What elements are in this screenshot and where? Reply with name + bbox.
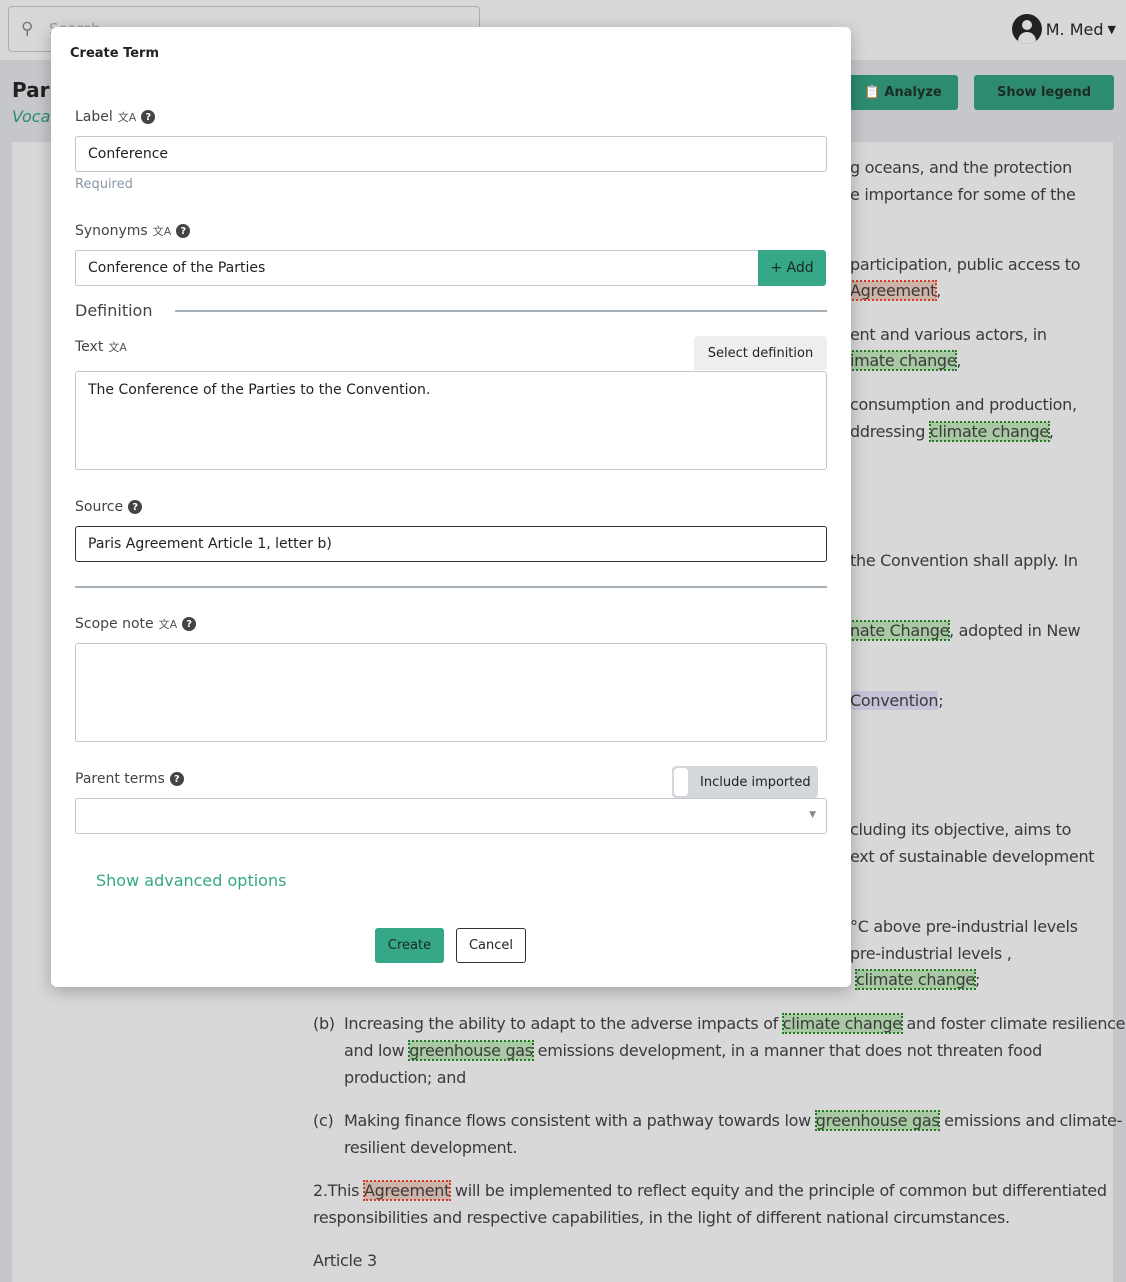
document-line: ext of sustainable development [850, 847, 1095, 866]
item-b-line1: Increasing the ability to adapt to the a… [344, 1013, 1126, 1034]
term-highlight[interactable]: climate change [855, 969, 976, 990]
help-icon[interactable]: ? [182, 617, 197, 631]
label-input[interactable]: Conference [75, 136, 827, 172]
document-line: Agreement, [848, 280, 941, 301]
item-b-line2: and low greenhouse gas emissions develop… [344, 1040, 1042, 1061]
label-field-label: Label 文A? [75, 109, 156, 125]
help-icon[interactable]: ? [128, 500, 143, 514]
source-input[interactable]: Paris Agreement Article 1, letter b) [75, 526, 827, 562]
definition-textarea[interactable]: The Conference of the Parties to the Con… [75, 371, 827, 470]
show-advanced-options-link[interactable]: Show advanced options [96, 871, 286, 890]
select-definition-button[interactable]: Select definition [694, 336, 827, 370]
cancel-button[interactable]: Cancel [456, 928, 526, 963]
document-line: ddressing climate change, [850, 421, 1054, 442]
term-highlight[interactable]: imate change [848, 350, 958, 371]
toggle-label: Include imported [700, 774, 811, 790]
translate-icon: 文A [152, 225, 172, 238]
help-icon[interactable]: ? [141, 110, 156, 124]
dropdown-arrow-icon: ▼ [809, 810, 816, 820]
text-label: Text 文A [75, 339, 127, 355]
document-line: consumption and production, [850, 395, 1077, 414]
page-title: Pari [12, 78, 57, 102]
synonyms-input[interactable]: Conference of the Parties [75, 250, 759, 286]
document-line: g oceans, and the protection [850, 158, 1072, 177]
scope-note-textarea[interactable] [75, 643, 827, 742]
item-b-line3: production; and [344, 1068, 466, 1087]
caret-down-icon: ▼ [1107, 22, 1116, 36]
create-button[interactable]: Create [375, 928, 444, 963]
analyze-label: Analyze [884, 85, 942, 100]
document-line: ent and various actors, in [850, 325, 1047, 344]
divider [75, 586, 827, 588]
document-line: Convention; [850, 691, 944, 710]
term-highlight[interactable]: Agreement [362, 1180, 452, 1201]
document-line: nate Change, adopted in New [848, 620, 1081, 641]
show-legend-button[interactable]: Show legend [974, 75, 1114, 110]
item-c: (c) [313, 1111, 334, 1130]
search-icon: ⚲ [21, 19, 34, 39]
item-c-line1: Making finance flows consistent with a p… [344, 1110, 1123, 1131]
translate-icon: 文A [117, 111, 137, 124]
document-line: the Convention shall apply. In [850, 551, 1078, 570]
article-heading: Article 3 [313, 1251, 377, 1270]
create-term-dialog: Create Term Label 文A? Conference Required… [51, 27, 851, 987]
term-highlight[interactable]: greenhouse gas [408, 1040, 534, 1061]
term-highlight[interactable]: greenhouse gas [814, 1110, 941, 1131]
item-b: (b) [313, 1014, 335, 1033]
source-label: Source? [75, 499, 143, 515]
user-name: M. Med [1045, 19, 1104, 39]
item-c-line2: resilient development. [344, 1138, 518, 1157]
translate-icon: 文A [108, 341, 127, 354]
user-menu[interactable]: M. Med ▼ [1011, 14, 1116, 44]
document-line: climate change; [855, 969, 981, 990]
include-imported-toggle[interactable]: Include imported [672, 766, 818, 798]
dialog-title: Create Term [70, 46, 160, 61]
scope-note-label: Scope note 文A? [75, 616, 197, 632]
vocabulary-link[interactable]: Voca [12, 107, 50, 126]
term-highlight[interactable]: climate change [928, 421, 1050, 442]
toggle-knob [674, 768, 688, 796]
document-line: imate change, [848, 350, 962, 371]
term-highlight[interactable]: nate Change [848, 620, 951, 641]
help-icon[interactable]: ? [176, 224, 191, 238]
show-legend-label: Show legend [996, 85, 1092, 100]
required-hint: Required [75, 177, 133, 192]
document-line: °C above pre-industrial levels [850, 917, 1078, 936]
document-line: cluding its objective, aims to [850, 820, 1072, 839]
document-line: pre-industrial levels , [850, 944, 1012, 963]
para2-line2: responsibilities and respective capabili… [313, 1208, 1010, 1227]
para2-line1: 2.This Agreement will be implemented to … [313, 1180, 1107, 1201]
synonyms-label: Synonyms 文A? [75, 223, 191, 239]
translate-icon: 文A [158, 618, 178, 631]
parent-terms-label: Parent terms? [75, 771, 184, 787]
term-highlight[interactable]: climate change [781, 1013, 903, 1034]
definition-heading: Definition [75, 301, 153, 320]
divider [175, 310, 827, 312]
clipboard-icon: 📋 [864, 85, 881, 100]
document-line: e importance for some of the [850, 185, 1076, 204]
term-highlight[interactable]: Convention [850, 691, 939, 710]
parent-terms-select[interactable]: ▼ [75, 798, 827, 834]
document-line: participation, public access to [850, 255, 1081, 274]
add-synonym-button[interactable]: + Add [758, 250, 826, 286]
avatar-icon [1011, 14, 1042, 44]
help-icon[interactable]: ? [169, 772, 184, 786]
analyze-button[interactable]: 📋 Analyze [848, 75, 958, 110]
term-highlight[interactable]: Agreement [848, 280, 938, 301]
